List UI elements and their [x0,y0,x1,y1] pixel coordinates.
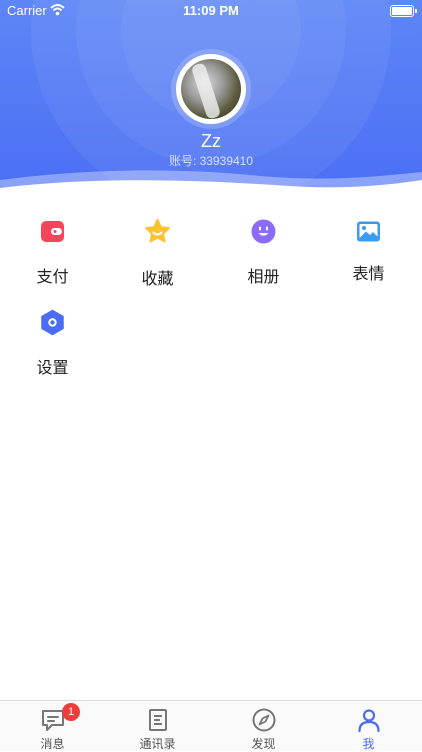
compass-icon [252,708,276,732]
tab-label: 我 [362,737,375,751]
menu-item-label: 设置 [36,358,69,377]
menu-item-album[interactable]: 相册 [211,218,316,288]
person-icon [358,709,380,733]
contacts-icon [149,709,167,731]
avatar[interactable] [176,54,246,124]
picture-icon [357,221,380,242]
tab-label: 消息 [40,737,65,751]
menu-item-label: 相册 [247,267,280,286]
settings-hexagon-icon [41,309,64,336]
tab-bar: 1 消息 通讯录 发现 我 [0,700,422,751]
profile-header: Zz 账号: 33939410 [0,0,422,206]
smiley-icon [251,219,276,244]
profile-name: Zz [201,131,221,151]
tab-messages[interactable]: 1 消息 [0,701,105,751]
clock: 11:09 PM [183,3,239,18]
avatar-photo [181,59,241,119]
menu-item-stickers[interactable]: 表情 [316,218,421,288]
unread-badge: 1 [62,703,80,721]
wallet-icon [41,221,64,242]
tab-me[interactable]: 我 [316,701,421,751]
menu-item-settings[interactable]: 设置 [0,309,105,379]
menu-item-label: 收藏 [141,269,174,288]
battery-icon [390,5,417,17]
tab-label: 通讯录 [139,737,176,751]
tab-discover[interactable]: 发现 [211,701,316,751]
tab-label: 发现 [251,737,276,751]
menu-item-pay[interactable]: 支付 [0,218,105,288]
tab-contacts[interactable]: 通讯录 [105,701,210,751]
star-icon [144,218,171,243]
menu-item-label: 表情 [352,264,385,283]
menu-item-favorites[interactable]: 收藏 [105,218,210,288]
header-wave [0,170,422,206]
status-bar: Carrier 11:09 PM [0,0,422,22]
menu-item-label: 支付 [36,267,69,286]
